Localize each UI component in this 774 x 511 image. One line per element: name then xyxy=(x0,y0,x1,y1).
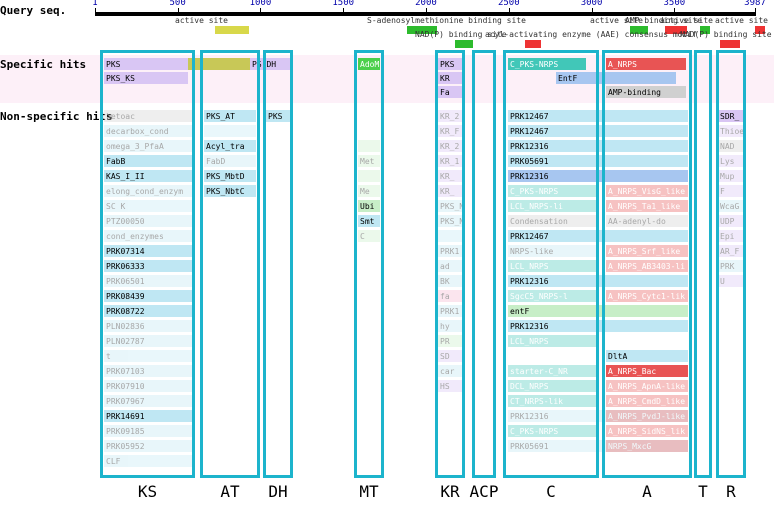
ruler-tick xyxy=(592,8,593,16)
ruler-tick-label: 3000 xyxy=(581,0,603,8)
ruler-tick xyxy=(178,8,179,16)
motif-label: active site xyxy=(175,16,228,25)
ruler-tick xyxy=(755,8,756,16)
cdd-domain-graphic: Query seq. Specific hits Non-specific hi… xyxy=(0,0,774,511)
region-label-A: A xyxy=(642,482,652,501)
region-box-A xyxy=(602,50,692,478)
motif-label: active site xyxy=(715,16,768,25)
ruler-tick-label: 1000 xyxy=(250,0,272,8)
region-label-R: R xyxy=(726,482,736,501)
region-label-ACP: ACP xyxy=(470,482,499,501)
region-label-MT: MT xyxy=(359,482,378,501)
region-box-C xyxy=(503,50,599,478)
region-box-AT xyxy=(200,50,260,478)
ruler-tick xyxy=(343,8,344,16)
region-box-R xyxy=(716,50,746,478)
ruler-tick-label: 3987 xyxy=(744,0,766,8)
region-box-KR xyxy=(435,50,465,478)
ruler-tick xyxy=(95,8,96,16)
ruler-tick-label: 1 xyxy=(92,0,97,8)
region-label-KR: KR xyxy=(440,482,459,501)
ruler-tick-label: 2500 xyxy=(498,0,520,8)
ruler-tick xyxy=(260,8,261,16)
motif-label: acyl-activating enzyme (AAE) consensus m… xyxy=(485,30,697,39)
region-box-T xyxy=(694,50,712,478)
region-label-T: T xyxy=(698,482,708,501)
sequence-ruler: 15001000150020002500300035003987 xyxy=(95,4,755,16)
region-label-KS: KS xyxy=(138,482,157,501)
ruler-tick-label: 2000 xyxy=(415,0,437,8)
motif-mark xyxy=(455,40,473,48)
region-box-MT xyxy=(354,50,384,478)
ruler-tick xyxy=(509,8,510,16)
query-seq-label: Query seq. xyxy=(0,4,66,17)
motif-mark xyxy=(525,40,541,48)
ruler-tick-label: 3500 xyxy=(664,0,686,8)
region-label-DH: DH xyxy=(268,482,287,501)
ruler-tick-label: 1500 xyxy=(332,0,354,8)
ruler-tick xyxy=(426,8,427,16)
region-box-ACP xyxy=(472,50,496,478)
region-label-AT: AT xyxy=(220,482,239,501)
motif-label: S-adenosylmethionine binding site xyxy=(367,16,526,25)
ruler-tick xyxy=(674,8,675,16)
motif-mark xyxy=(720,40,740,48)
motif-label: AMP binding site xyxy=(625,16,702,25)
region-label-C: C xyxy=(546,482,556,501)
region-box-KS xyxy=(100,50,195,478)
ruler-tick-label: 500 xyxy=(169,0,185,8)
region-box-DH xyxy=(263,50,293,478)
nonspecific-hits-label: Non-specific hits xyxy=(0,110,113,123)
motif-label: NAD(P) binding site xyxy=(680,30,772,39)
specific-hits-label: Specific hits xyxy=(0,58,86,71)
